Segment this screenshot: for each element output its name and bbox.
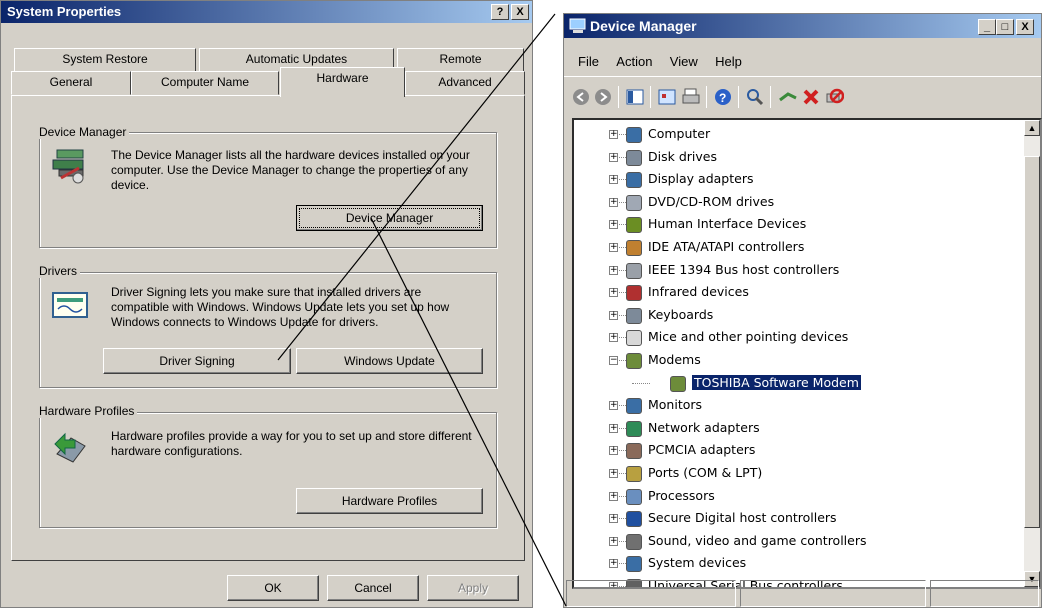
tab-hardware[interactable]: Hardware [280, 67, 405, 97]
connector-line [370, 217, 567, 607]
zoom-connector-lines [277, 13, 567, 607]
